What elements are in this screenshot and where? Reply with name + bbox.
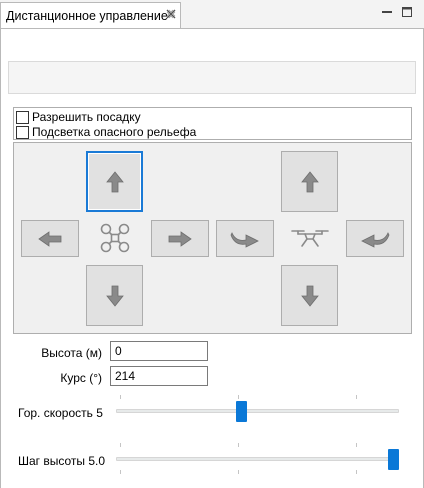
move-right-button[interactable] [151,220,209,257]
altitude-input[interactable] [110,341,208,361]
rotate-left-button[interactable] [346,220,404,257]
rotate-right-button[interactable] [216,220,274,257]
rotate-right-icon [230,231,259,248]
allow-landing-checkbox[interactable]: Разрешить посадку [16,110,141,124]
heading-input[interactable] [110,366,208,386]
altitude-label: Высота (м) [41,346,102,360]
slider-tick [356,443,357,447]
terrain-highlight-checkbox[interactable]: Подсветка опасного рельефа [16,125,196,139]
horizontal-speed-label: Гор. скорость 5 [18,406,103,420]
arrow-left-icon [38,230,62,247]
slider-thumb[interactable] [236,401,247,422]
slider-thumb[interactable] [388,449,399,470]
checkbox-box[interactable] [16,110,29,124]
slider-track[interactable] [116,457,399,461]
checkbox-box[interactable] [16,125,29,139]
arrow-down-icon [105,285,124,307]
options-group: Разрешить посадку Подсветка опасного рел… [13,107,412,140]
arrow-right-icon [168,230,192,247]
slider-tick [356,470,357,474]
tab-title: Дистанционное управление [6,9,168,23]
move-forward-button[interactable] [86,151,143,212]
quadcopter-icon [100,223,130,253]
slider-tick [120,443,121,447]
slider-tick [120,395,121,399]
heading-label: Курс (°) [60,371,102,385]
terrain-highlight-label: Подсветка опасного рельефа [32,125,197,139]
arrow-down-icon [300,285,319,307]
tab-remote-control[interactable]: Дистанционное управление [0,2,181,29]
slider-track[interactable] [116,409,399,413]
drone-side-icon [291,230,329,247]
altitude-step-label: Шаг высоты 5.0 [18,454,106,468]
move-backward-button[interactable] [86,265,143,326]
move-left-button[interactable] [21,220,79,257]
arrow-up-icon [105,170,124,192]
slider-tick [238,443,239,447]
view-tab-bar: Дистанционное управление [0,0,424,29]
allow-landing-label: Разрешить посадку [32,110,141,124]
arrow-up-icon [300,170,319,192]
slider-tick [356,395,357,399]
descend-button[interactable] [281,265,338,326]
close-icon[interactable] [165,8,177,20]
status-panel [8,61,416,94]
minimize-icon[interactable] [381,6,393,18]
slider-tick [238,470,239,474]
slider-tick [238,395,239,399]
slider-tick [120,470,121,474]
ascend-button[interactable] [281,151,338,212]
maximize-icon[interactable] [401,6,413,18]
rotate-left-icon [361,231,390,248]
